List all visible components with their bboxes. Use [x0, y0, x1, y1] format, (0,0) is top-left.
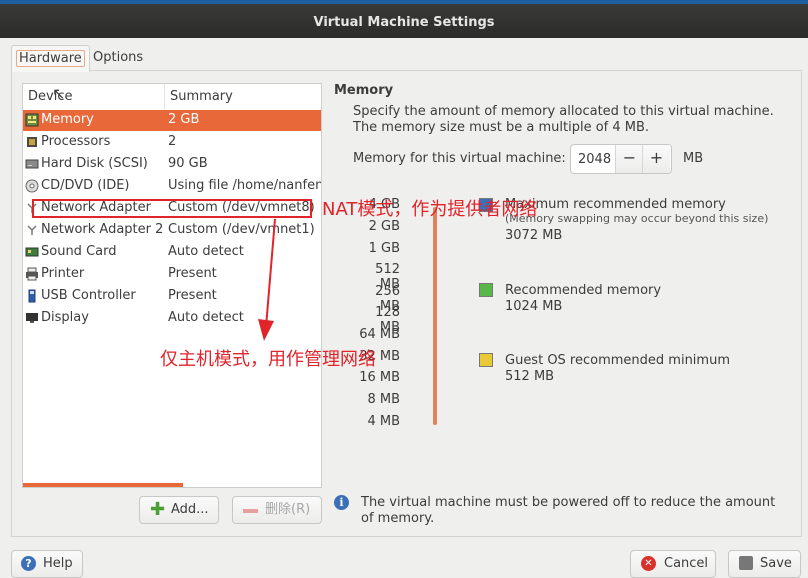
power-off-note: The virtual machine must be powered off … — [361, 495, 776, 526]
info-icon: i — [334, 495, 349, 510]
scale-label: 4 MB — [367, 414, 400, 429]
memory-unit: MB — [683, 151, 704, 166]
save-button[interactable]: Save — [728, 550, 801, 578]
decrement-button[interactable]: − — [615, 145, 643, 173]
remove-button-label: 删除(R) — [265, 502, 311, 517]
printer-icon — [26, 267, 38, 281]
device-list-header: Device Summary — [23, 84, 321, 111]
legend-minimum-title: Guest OS recommended minimum — [505, 353, 730, 368]
help-button-label: Help — [43, 556, 73, 571]
device-summary: Present — [168, 288, 217, 303]
device-name: Sound Card — [41, 244, 117, 259]
cd-dvd-icon — [25, 179, 39, 193]
memory-slider[interactable] — [433, 207, 437, 425]
device-row-processors[interactable]: Processors 2 — [23, 132, 321, 153]
memory-icon — [25, 113, 39, 127]
tab-hardware-label: Hardware — [16, 50, 85, 67]
legend-max-subtitle: (Memory swapping may occur beyond this s… — [505, 212, 769, 225]
legend-max-title: Maximum recommended memory — [505, 197, 726, 212]
mouse-cursor-icon: ↖ — [52, 84, 66, 103]
scale-label: 2 GB — [368, 219, 400, 234]
legend-recommended-title: Recommended memory — [505, 283, 662, 298]
host-only-annotation: 仅主机模式，用作管理网络 — [160, 349, 376, 370]
horizontal-scrollbar[interactable] — [23, 483, 183, 487]
cancel-icon: ✕ — [641, 556, 656, 571]
memory-description: Specify the amount of memory allocated t… — [353, 104, 774, 135]
device-summary: Custom (/dev/vmnet1) — [168, 222, 315, 237]
guest-minimum-marker-icon — [479, 353, 493, 367]
device-row-hard-disk[interactable]: Hard Disk (SCSI) 90 GB — [23, 154, 321, 175]
display-icon — [26, 313, 38, 323]
cancel-button[interactable]: ✕ Cancel — [630, 550, 716, 578]
device-summary: Auto detect — [168, 310, 244, 325]
help-button[interactable]: ? Help — [11, 550, 83, 578]
tab-options[interactable]: Options — [89, 45, 147, 71]
device-name: Processors — [41, 134, 111, 149]
device-row-cd-dvd[interactable]: CD/DVD (IDE) Using file /home/nanfeng — [23, 176, 321, 197]
legend-recommended-value: 1024 MB — [505, 299, 563, 314]
tab-hardware[interactable]: Hardware — [11, 45, 90, 72]
device-summary: Present — [168, 266, 217, 281]
save-button-label: Save — [760, 556, 792, 571]
plus-icon: ✚ — [150, 499, 166, 520]
scale-label: 64 MB — [359, 327, 400, 342]
device-column-header[interactable]: Device — [28, 89, 72, 104]
device-summary: 2 GB — [168, 112, 200, 127]
add-button[interactable]: ✚ Add... — [139, 496, 219, 524]
add-button-label: Add... — [171, 502, 209, 517]
device-summary: 2 — [168, 134, 177, 149]
recommended-marker-icon — [479, 283, 493, 297]
increment-button[interactable]: + — [642, 145, 670, 173]
summary-column-header[interactable]: Summary — [170, 89, 233, 104]
column-separator — [164, 84, 165, 110]
scale-label: 1 GB — [368, 241, 400, 256]
device-name: Display — [41, 310, 89, 325]
usb-icon — [28, 289, 36, 303]
device-name: CD/DVD (IDE) — [41, 178, 130, 193]
network-icon — [27, 225, 37, 235]
nat-annotation: NAT模式，作为提供者网络 — [322, 199, 538, 220]
legend-minimum-value: 512 MB — [505, 369, 555, 384]
cancel-button-label: Cancel — [664, 556, 709, 571]
minus-icon — [243, 509, 258, 513]
help-icon: ? — [21, 556, 36, 571]
device-name: Printer — [41, 266, 85, 281]
device-name: Network Adapter 2 — [41, 222, 164, 237]
device-summary: Using file /home/nanfeng — [168, 178, 321, 193]
memory-section-title: Memory — [334, 83, 394, 98]
device-row-memory[interactable]: Memory 2 GB — [23, 110, 321, 131]
device-name: Memory — [41, 112, 94, 127]
annotation-arrow-icon — [258, 218, 276, 341]
sound-card-icon — [25, 247, 39, 257]
legend-max-value: 3072 MB — [505, 228, 563, 243]
window-title: Virtual Machine Settings — [0, 0, 808, 38]
device-summary: Auto detect — [168, 244, 244, 259]
remove-button[interactable]: 删除(R) — [232, 496, 322, 524]
scale-label: 16 MB — [359, 370, 400, 385]
scale-label: 8 MB — [367, 392, 400, 407]
processor-icon — [27, 137, 37, 147]
save-icon — [739, 556, 753, 570]
memory-stepper[interactable]: 2048 − + — [570, 144, 672, 174]
device-name: Hard Disk (SCSI) — [41, 156, 148, 171]
device-name: USB Controller — [41, 288, 136, 303]
device-summary: 90 GB — [168, 156, 208, 171]
memory-field-label: Memory for this virtual machine: — [353, 151, 566, 166]
memory-value[interactable]: 2048 — [578, 152, 611, 167]
hard-disk-icon — [25, 159, 39, 169]
